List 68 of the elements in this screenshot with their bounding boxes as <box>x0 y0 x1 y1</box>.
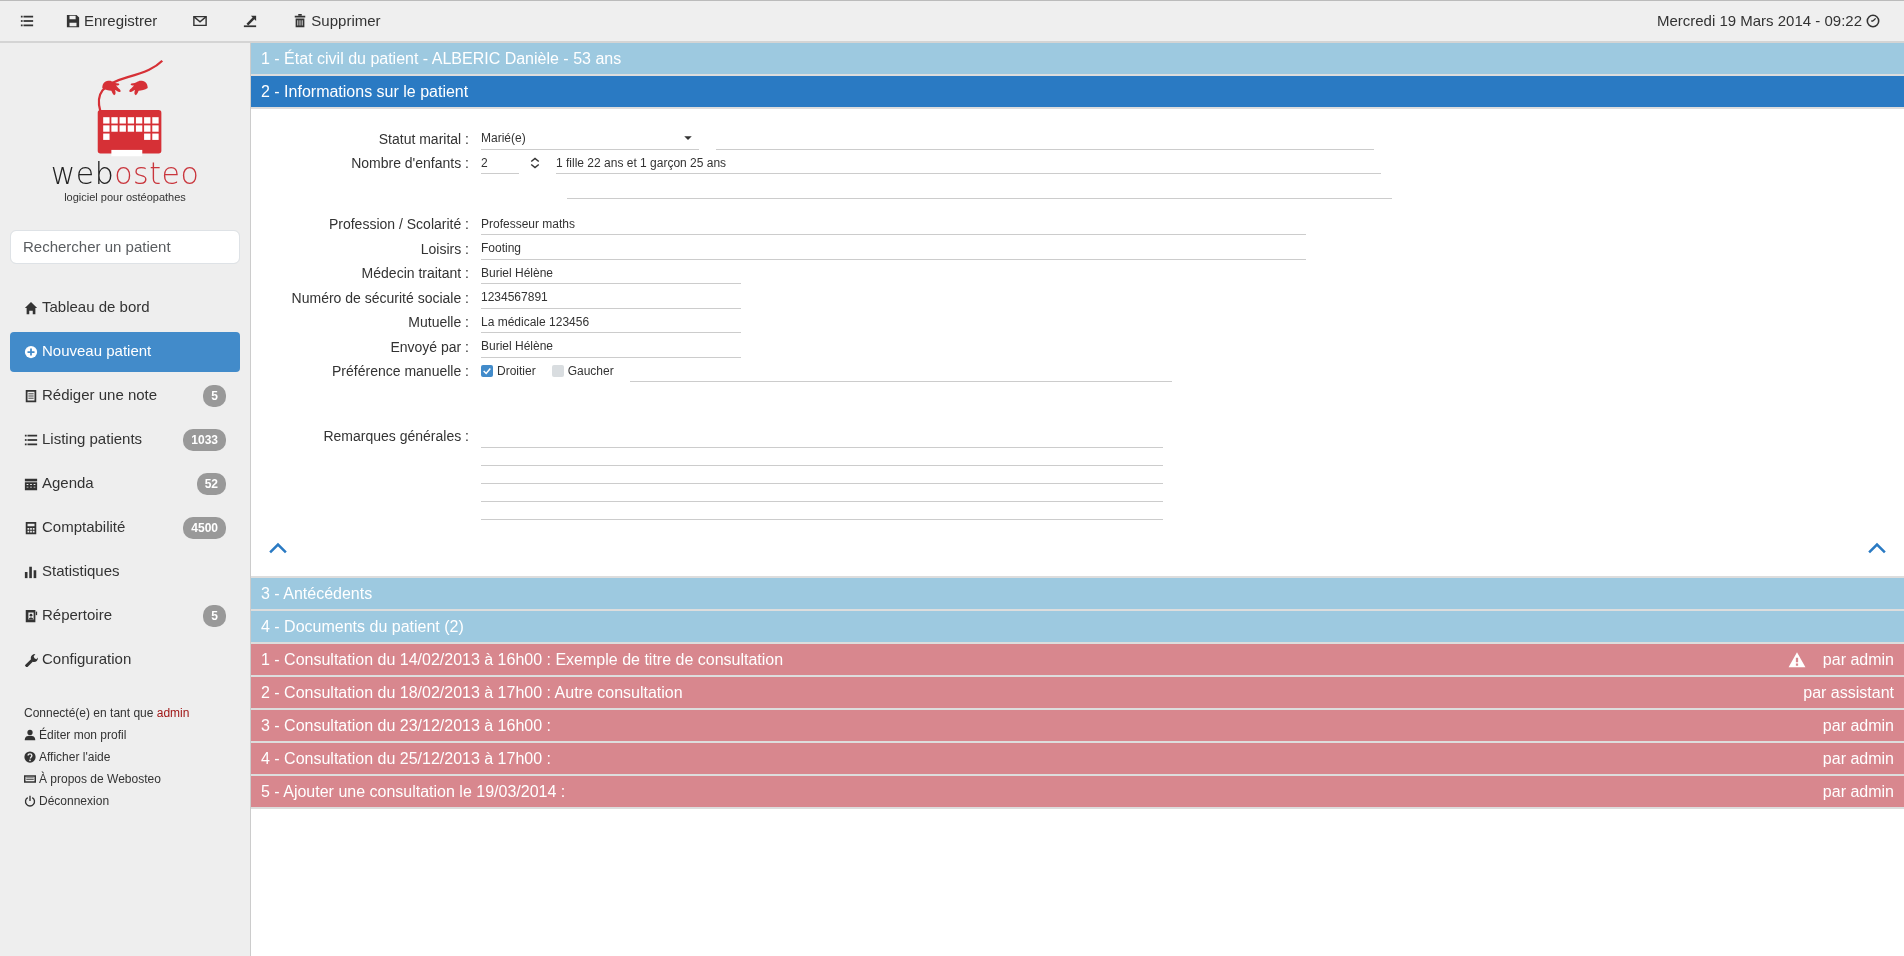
count-badge: 4500 <box>183 516 226 539</box>
text-field[interactable]: Footing <box>481 237 1306 260</box>
text-field[interactable]: Professeur maths <box>481 213 1306 235</box>
brand-tagline: logiciel pour ostéopathes <box>64 190 186 205</box>
field-label: Mutuelle : <box>407 313 470 332</box>
text-field[interactable]: 1 fille 22 ans et 1 garçon 25 ans <box>556 152 1381 174</box>
search-field[interactable]: Rechercher un patient <box>10 229 240 264</box>
list-icon <box>20 14 34 28</box>
checkbox[interactable] <box>551 365 564 377</box>
field-label: Numéro de sécurité sociale : <box>290 288 470 308</box>
field-label: Préférence manuelle : <box>331 362 470 381</box>
export-arrow-icon <box>243 14 258 28</box>
keyboard-icon <box>24 772 36 785</box>
field-label: Envoyé par : <box>389 337 470 357</box>
calculator-icon <box>24 520 38 535</box>
sidebar-item[interactable]: Nouveau patient <box>10 331 240 372</box>
user-icon <box>24 728 36 741</box>
bar-chart-icon <box>24 564 38 579</box>
sidebar-link[interactable]: À propos de Webosteo <box>24 769 226 788</box>
count-badge: 5 <box>203 604 226 627</box>
sidebar-item[interactable]: Listing patients 1033 <box>10 419 240 460</box>
field-label: Loisirs : <box>419 239 470 259</box>
session-text: Connecté(e) en tant que admin <box>24 704 191 722</box>
list-icon <box>24 432 38 447</box>
calendar-icon <box>24 476 38 491</box>
count-badge: 5 <box>203 384 226 407</box>
sidebar-link[interactable]: Afficher l'aide <box>24 747 226 766</box>
sidebar-link[interactable]: Éditer mon profil <box>24 725 226 744</box>
field-label: Remarques générales : <box>322 427 470 446</box>
save-button[interactable]: Enregistrer <box>54 5 170 37</box>
address-book-icon <box>24 608 38 623</box>
sidebar-item[interactable]: Répertoire 5 <box>10 595 240 636</box>
sidebar-item[interactable]: Statistiques <box>10 551 240 592</box>
delete-button[interactable]: Supprimer <box>281 5 393 37</box>
field-label: Nombre d'enfants : <box>350 154 470 173</box>
sidebar-item[interactable]: Agenda 52 <box>10 463 240 504</box>
sidebar-item[interactable]: Configuration <box>10 639 240 680</box>
spinner-arrows-icon <box>529 156 541 170</box>
text-field[interactable]: 1234567891 <box>481 286 741 309</box>
trash-icon <box>293 14 308 28</box>
envelope-icon <box>193 14 208 28</box>
field-label: Profession / Scolarité : <box>327 215 470 234</box>
plus-circle-icon <box>24 344 38 359</box>
sidebar-link[interactable]: Déconnexion <box>24 791 226 810</box>
checkbox[interactable] <box>481 365 493 377</box>
count-badge: 52 <box>196 472 226 495</box>
checkbox-option[interactable]: Droitier <box>481 360 536 382</box>
wrench-icon <box>24 652 38 667</box>
power-icon <box>24 794 36 807</box>
sidebar-item[interactable]: Comptabilité 4500 <box>10 507 240 548</box>
sidebar-item[interactable]: Tableau de bord <box>10 287 240 328</box>
notepad-icon <box>24 388 38 403</box>
house-icon <box>24 300 38 315</box>
number-field[interactable]: 2 <box>481 152 519 174</box>
field-label: Statut marital : <box>377 129 470 149</box>
count-badge: 1033 <box>183 428 226 451</box>
sidebar-item[interactable]: Rédiger une note 5 <box>10 375 240 416</box>
date-time: Mercredi 19 Mars 2014 - 09:22 <box>1656 10 1862 31</box>
text-field[interactable]: Buriel Hélène <box>481 262 741 284</box>
brand-name: webosteo <box>50 159 200 189</box>
clock-icon <box>1866 14 1880 28</box>
dropdown-field[interactable]: Marié(e) <box>481 127 699 150</box>
field-label: Médecin traitant : <box>360 264 470 283</box>
text-field[interactable]: Buriel Hélène <box>481 335 741 358</box>
text-field[interactable]: La médicale 123456 <box>481 311 741 333</box>
checkbox-option[interactable]: Gaucher <box>551 360 614 382</box>
question-icon <box>24 750 36 763</box>
section-header[interactable]: 2 - Informations sur le patient <box>251 76 1904 109</box>
